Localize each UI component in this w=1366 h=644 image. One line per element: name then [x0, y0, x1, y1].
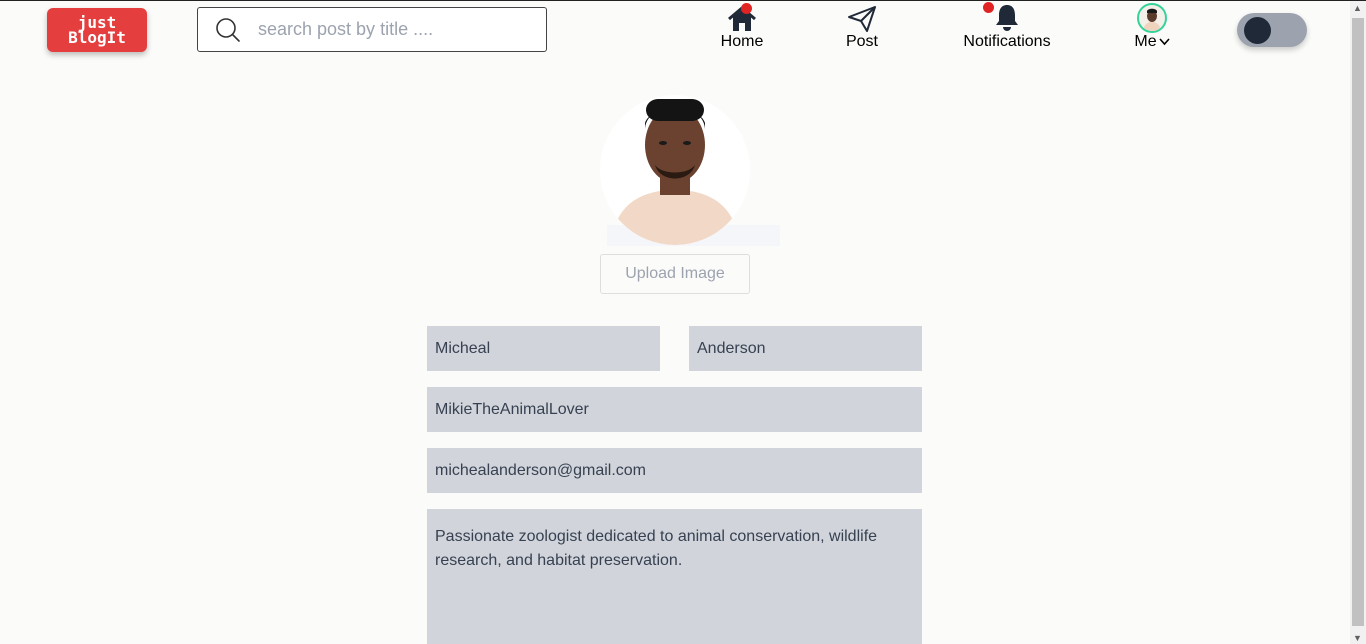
nav-me-label: Me — [1134, 33, 1157, 50]
username-field[interactable]: MikieTheAnimalLover — [427, 387, 922, 432]
scrollbar[interactable]: ▲ ▼ — [1350, 1, 1366, 644]
nav-home-label: Home — [720, 33, 764, 50]
search-bar[interactable] — [197, 7, 547, 52]
last-name-field[interactable]: Anderson — [689, 326, 922, 371]
upload-image-button[interactable]: Upload Image — [600, 254, 750, 294]
nav-me[interactable]: Me — [1124, 3, 1180, 51]
scrollbar-thumb[interactable] — [1352, 18, 1364, 626]
chevron-down-icon — [1159, 38, 1170, 46]
bio-textarea[interactable]: Passionate zoologist dedicated to animal… — [427, 509, 922, 644]
nav-home[interactable]: Home — [714, 3, 770, 51]
home-notification-dot — [741, 3, 752, 14]
nav-notifications-label: Notifications — [963, 33, 1051, 50]
profile-photo — [600, 95, 750, 245]
nav-post[interactable]: Post — [835, 3, 889, 51]
theme-toggle[interactable] — [1237, 13, 1307, 47]
nav-post-label: Post — [845, 33, 878, 50]
brand-logo[interactable]: just BlogIt — [47, 8, 147, 52]
scroll-down-icon[interactable]: ▼ — [1353, 633, 1362, 643]
user-avatar-small — [1137, 3, 1167, 33]
first-name-field[interactable]: Micheal — [427, 326, 660, 371]
search-input[interactable] — [258, 19, 528, 40]
logo-line-2: BlogIt — [68, 28, 126, 47]
scroll-up-icon[interactable]: ▲ — [1353, 3, 1362, 13]
send-icon — [848, 6, 876, 32]
nav-notifications[interactable]: Notifications — [958, 2, 1056, 51]
bell-icon — [996, 5, 1018, 31]
toggle-knob[interactable] — [1244, 17, 1271, 44]
notifications-dot — [983, 2, 994, 13]
email-field[interactable]: michealanderson@gmail.com — [427, 448, 922, 493]
search-icon[interactable] — [198, 7, 258, 52]
